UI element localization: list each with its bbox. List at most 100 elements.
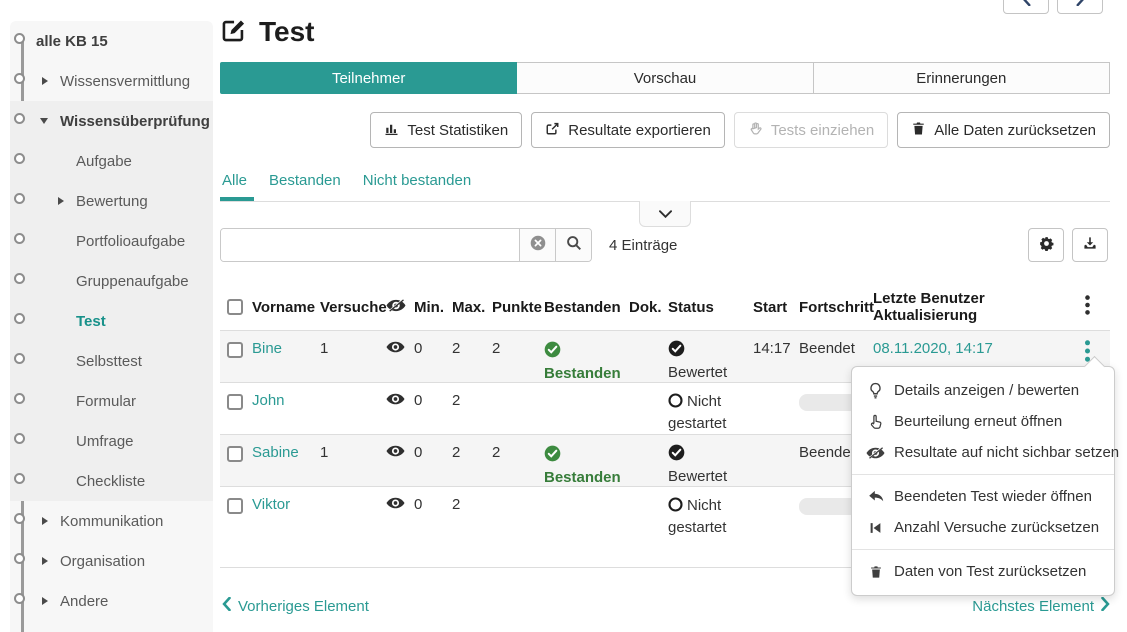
filter-bestanden[interactable]: Bestanden — [269, 172, 341, 189]
test-statistics-button[interactable]: Test Statistiken — [370, 112, 522, 148]
menu-item-reset-test-data[interactable]: Daten von Test zurücksetzen — [852, 556, 1114, 587]
row-checkbox[interactable] — [227, 394, 243, 410]
participant-name-link[interactable]: Viktor — [252, 496, 290, 513]
last-update-link[interactable]: 08.11.2020, 14:17 — [873, 340, 993, 357]
eye-icon[interactable] — [386, 340, 405, 357]
search-input[interactable] — [221, 229, 519, 261]
sidebar-item-checkliste[interactable]: Checkliste — [10, 461, 213, 501]
button-label: Tests einziehen — [771, 122, 874, 139]
sidebar-item-andere[interactable]: Andere — [10, 581, 213, 621]
entries-count: 4 Einträge — [609, 237, 677, 254]
column-header-max[interactable]: Max. — [452, 285, 492, 331]
sidebar-item-portfolioaufgabe[interactable]: Portfolioaufgabe — [10, 221, 213, 261]
column-header-punkte[interactable]: Punkte — [492, 285, 544, 331]
edit-pencil-icon — [220, 17, 247, 48]
row-checkbox[interactable] — [227, 498, 243, 514]
column-header-bestanden[interactable]: Bestanden — [544, 285, 629, 331]
dok-cell — [629, 435, 668, 487]
menu-item-label: Details anzeigen / bewerten — [894, 382, 1079, 399]
search-submit-button[interactable] — [555, 229, 591, 261]
menu-item-reopen-assessment[interactable]: Beurteilung erneut öffnen — [852, 406, 1114, 437]
chevron-right-icon[interactable] — [42, 77, 48, 85]
menu-item-reopen-finished-test[interactable]: Beendeten Test wieder öffnen — [852, 481, 1114, 512]
sidebar-item-wissensvermittlung[interactable]: Wissensvermittlung — [10, 61, 213, 101]
check-circle-black-icon — [668, 340, 751, 361]
column-header-status[interactable]: Status — [668, 285, 753, 331]
sidebar-item-label: Portfolioaufgabe — [76, 233, 185, 250]
sidebar-item-test[interactable]: Test — [10, 301, 213, 341]
participant-name-link[interactable]: Bine — [252, 340, 282, 357]
previous-element-link[interactable]: Vorheriges Element — [222, 597, 369, 615]
sidebar-item-organisation[interactable]: Organisation — [10, 541, 213, 581]
eye-icon[interactable] — [386, 496, 405, 513]
collect-tests-button[interactable]: Tests einziehen — [734, 112, 888, 148]
gear-icon — [1038, 235, 1055, 256]
sidebar-item-aufgabe[interactable]: Aufgabe — [10, 141, 213, 181]
column-header-versuche[interactable]: Versuche — [320, 285, 386, 331]
column-header-min[interactable]: Min. — [414, 285, 452, 331]
chevron-right-icon[interactable] — [58, 197, 64, 205]
sidebar-item-formular[interactable]: Formular — [10, 381, 213, 421]
min-cell: 0 — [414, 331, 452, 383]
status-label: Nicht gestartet — [668, 496, 748, 538]
sidebar-item-kommunikation[interactable]: Kommunikation — [10, 501, 213, 541]
dok-cell — [629, 331, 668, 383]
tree-node-icon — [14, 553, 25, 564]
sidebar-item-bewertung[interactable]: Bewertung — [10, 181, 213, 221]
circle-outline-icon — [668, 497, 683, 518]
chevron-right-icon[interactable] — [42, 597, 48, 605]
chevron-down-icon[interactable] — [40, 118, 48, 124]
points-cell: 2 — [492, 435, 544, 487]
table-settings-button[interactable] — [1028, 228, 1064, 262]
column-header-vorname[interactable]: Vorname — [252, 285, 320, 331]
tab-bar: Teilnehmer Vorschau Erinnerungen — [220, 62, 1110, 94]
tab-teilnehmer[interactable]: Teilnehmer — [220, 62, 517, 94]
row-checkbox[interactable] — [227, 342, 243, 358]
next-element-link[interactable]: Nächstes Element — [972, 597, 1110, 615]
eye-icon[interactable] — [386, 444, 405, 461]
points-cell — [492, 383, 544, 435]
max-cell: 2 — [452, 487, 492, 539]
sidebar-item-label: Wissensüberprüfung — [60, 113, 210, 130]
column-header-dok[interactable]: Dok. — [629, 285, 668, 331]
column-header-letzte-aktualisierung[interactable]: Letzte Benutzer Aktualisierung — [873, 285, 1085, 331]
menu-item-details[interactable]: Details anzeigen / bewerten — [852, 375, 1114, 406]
start-cell — [753, 487, 799, 539]
dok-cell — [629, 383, 668, 435]
start-cell: 14:17 — [753, 331, 799, 383]
chevron-right-icon[interactable] — [42, 517, 48, 525]
filter-tabs: Alle Bestanden Nicht bestanden — [222, 172, 471, 189]
filter-alle[interactable]: Alle — [222, 172, 247, 189]
chevron-right-icon[interactable] — [42, 557, 48, 565]
tab-erinnerungen[interactable]: Erinnerungen — [814, 62, 1110, 94]
attempts-cell — [320, 487, 386, 539]
passed-label: Bestanden — [544, 469, 627, 486]
row-checkbox[interactable] — [227, 446, 243, 462]
table-download-button[interactable] — [1072, 228, 1108, 262]
column-settings-kebab-icon[interactable] — [1085, 302, 1090, 319]
menu-item-reset-attempts[interactable]: Anzahl Versuche zurücksetzen — [852, 512, 1114, 543]
eye-icon[interactable] — [386, 392, 405, 409]
hand-icon — [748, 121, 763, 140]
start-cell — [753, 383, 799, 435]
participant-name-link[interactable]: John — [252, 392, 285, 409]
select-all-checkbox[interactable] — [227, 299, 243, 315]
sidebar-item-alle-kb-15[interactable]: alle KB 15 — [10, 21, 213, 61]
reset-all-data-button[interactable]: Alle Daten zurücksetzen — [897, 112, 1110, 148]
sidebar-item-gruppenaufgabe[interactable]: Gruppenaufgabe — [10, 261, 213, 301]
sidebar-item-label: Umfrage — [76, 433, 134, 450]
column-header-fortschritt[interactable]: Fortschritt — [799, 285, 873, 331]
collapse-panel-button[interactable] — [639, 201, 691, 227]
start-cell — [753, 435, 799, 487]
tab-vorschau[interactable]: Vorschau — [517, 62, 813, 94]
clear-search-button[interactable] — [519, 229, 555, 261]
sidebar-item-umfrage[interactable]: Umfrage — [10, 421, 213, 461]
sidebar-item-selbsttest[interactable]: Selbsttest — [10, 341, 213, 381]
filter-nicht-bestanden[interactable]: Nicht bestanden — [363, 172, 471, 189]
sidebar-item-wissensueberpruefung[interactable]: Wissensüberprüfung — [10, 101, 213, 141]
column-header-start[interactable]: Start — [753, 285, 799, 331]
menu-item-hide-results[interactable]: Resultate auf nicht sichbar setzen — [852, 437, 1114, 468]
participant-name-link[interactable]: Sabine — [252, 444, 299, 461]
sidebar-item-label: Gruppenaufgabe — [76, 273, 189, 290]
export-results-button[interactable]: Resultate exportieren — [531, 112, 725, 148]
